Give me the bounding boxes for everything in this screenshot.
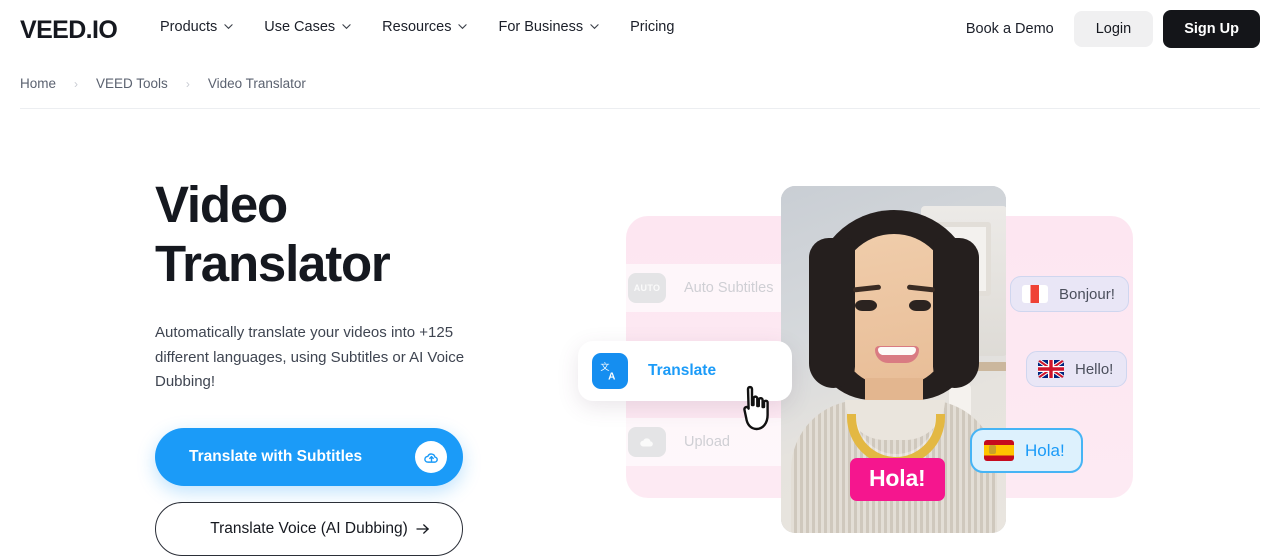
arrow-right-icon (414, 520, 432, 543)
book-a-demo-link[interactable]: Book a Demo (956, 21, 1064, 37)
primary-cta-label: Translate with Subtitles (189, 448, 363, 466)
translate-voice-ai-dubbing-button[interactable]: Translate Voice (AI Dubbing) (155, 502, 463, 556)
main-nav: Products Use Cases Resources For Busines… (160, 19, 674, 35)
breadcrumb-item-video-translator: Video Translator (207, 76, 306, 91)
translate-with-subtitles-button[interactable]: Translate with Subtitles (155, 428, 463, 487)
nav-label-resources: Resources (382, 19, 452, 35)
page-title-line-1: Video (155, 176, 288, 233)
chip-label-hello: Hello! (1075, 360, 1114, 378)
translate-card-label: Translate (648, 362, 717, 379)
hero-cta-group: Translate with Subtitles Translate Voice… (155, 428, 575, 556)
header-actions: Book a Demo Login Sign Up (956, 10, 1260, 48)
signup-button[interactable]: Sign Up (1163, 10, 1260, 48)
svg-text:A: A (608, 371, 616, 382)
flag-france-icon (1022, 285, 1048, 303)
breadcrumb: Home › VEED Tools › Video Translator (20, 76, 306, 91)
cloud-upload-icon (628, 427, 666, 457)
nav-label-products: Products (160, 19, 218, 35)
hero-subtitle: Automatically translate your videos into… (155, 324, 465, 390)
photo-teeth (878, 347, 916, 355)
nav-label-use-cases: Use Cases (264, 19, 336, 35)
nav-label-for-business: For Business (498, 19, 584, 35)
photo-hair-right (933, 238, 979, 388)
hand-pointer-cursor (738, 385, 778, 433)
breadcrumb-divider (20, 108, 1260, 109)
breadcrumb-separator: › (185, 76, 190, 91)
flag-spain-icon (984, 440, 1014, 461)
nav-item-for-business[interactable]: For Business (498, 19, 617, 35)
photo-hair-left (809, 238, 855, 388)
auto-subtitles-label: Auto Subtitles (684, 280, 774, 296)
breadcrumb-item-veed-tools[interactable]: VEED Tools (96, 76, 168, 91)
chip-label-hola: Hola! (1025, 440, 1065, 460)
chevron-down-icon (342, 22, 351, 31)
language-chip-french: Bonjour! (1010, 276, 1129, 312)
site-header: VEED.IO Products Use Cases Resources For… (0, 0, 1280, 58)
nav-item-resources[interactable]: Resources (382, 19, 485, 35)
nav-item-pricing[interactable]: Pricing (630, 19, 674, 35)
photo-eye-left (855, 300, 877, 311)
nav-label-pricing: Pricing (630, 19, 675, 35)
language-chip-english: Hello! (1026, 351, 1128, 387)
breadcrumb-separator: › (74, 76, 79, 91)
chevron-down-icon (458, 22, 468, 31)
auto-subtitles-icon: AUTO (628, 273, 666, 303)
chevron-down-icon (590, 22, 599, 31)
cloud-upload-icon (415, 441, 447, 474)
language-chip-spanish: Hola! (970, 428, 1083, 473)
flag-uk-icon (1038, 360, 1064, 378)
breadcrumb-item-home[interactable]: Home (20, 76, 56, 91)
translate-icon: 文 A (592, 353, 628, 389)
nav-item-products[interactable]: Products (160, 19, 251, 35)
subtitle-badge: Hola! (850, 458, 945, 501)
chip-label-bonjour: Bonjour! (1059, 285, 1115, 303)
auto-badge-label: AUTO (633, 283, 661, 293)
page-title: Video Translator (155, 175, 575, 293)
nav-item-use-cases[interactable]: Use Cases (264, 19, 369, 35)
auto-subtitles-row: AUTO Auto Subtitles (612, 264, 798, 312)
hero-illustration: AUTO Auto Subtitles Upload Hola! 文 A Tra… (570, 170, 1170, 550)
upload-label: Upload (684, 434, 730, 450)
hero-content: Video Translator Automatically translate… (155, 175, 575, 556)
photo-eye-right (909, 300, 931, 311)
veed-logo[interactable]: VEED.IO (20, 16, 118, 45)
secondary-cta-label: Translate Voice (AI Dubbing) (210, 520, 408, 538)
login-button[interactable]: Login (1073, 11, 1154, 47)
spain-crest (989, 445, 996, 454)
chevron-down-icon (224, 22, 233, 31)
page-title-line-2: Translator (155, 235, 391, 293)
